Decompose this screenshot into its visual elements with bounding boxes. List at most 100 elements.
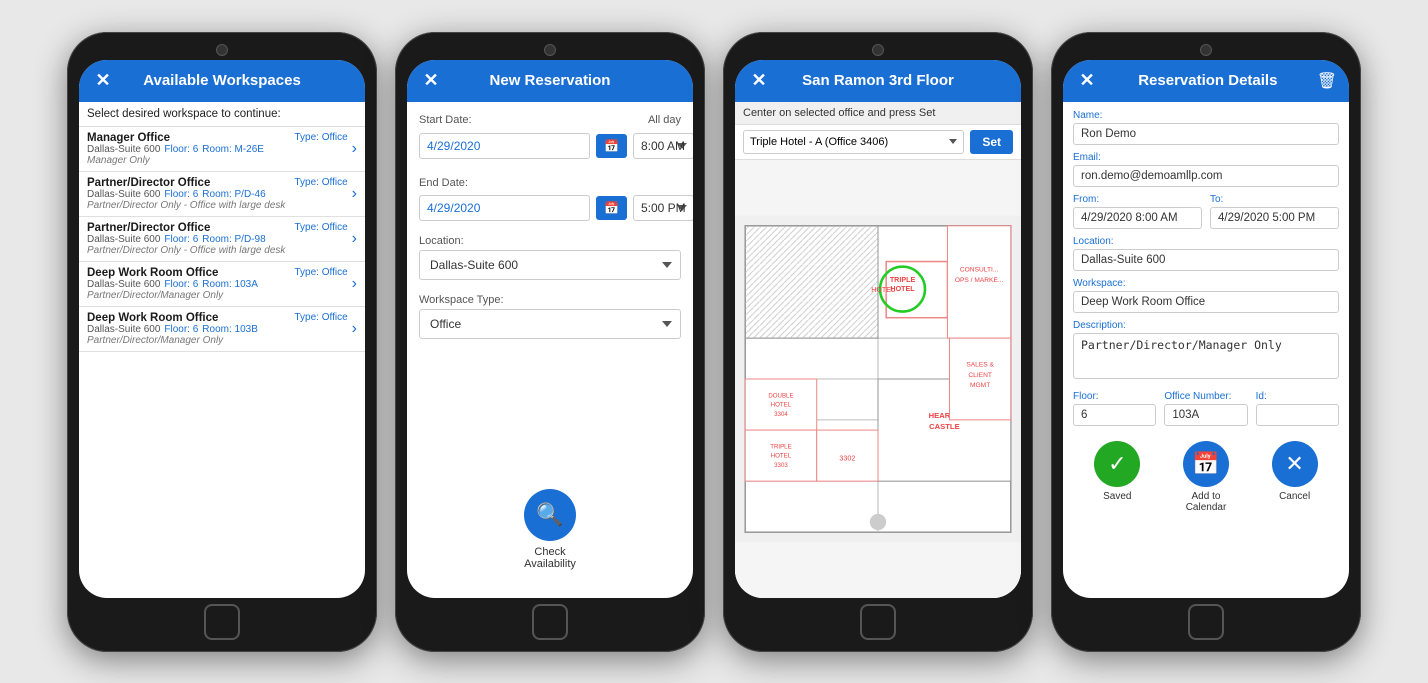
end-date-input[interactable] [419, 195, 590, 221]
header-title-1: Available Workspaces [115, 72, 329, 89]
workspace-list: Select desired workspace to continue: Ma… [79, 102, 365, 598]
header-4: ✕ Reservation Details 🗑 [1063, 60, 1349, 102]
set-button[interactable]: Set [970, 130, 1013, 154]
phone-notch-1 [216, 44, 228, 56]
to-label: To: [1210, 194, 1339, 205]
workspace-item-location: Dallas-Suite 600 Floor: 6 Room: M-26E [87, 144, 348, 155]
email-input[interactable] [1073, 165, 1339, 187]
workspace-item-type: Type: Office [294, 132, 347, 143]
chevron-icon: › [352, 185, 357, 203]
phone-notch-3 [872, 44, 884, 56]
workspace-input[interactable] [1073, 291, 1339, 313]
workspace-item-name: Partner/Director Office Type: Office [87, 222, 348, 234]
svg-text:SALES &: SALES & [966, 361, 994, 368]
reservation-form: Start Date: All day 📅 8:00 AM End Date: [407, 102, 693, 598]
phone-notch-2 [544, 44, 556, 56]
check-availability-label: CheckAvailability [524, 546, 576, 570]
start-time-select[interactable]: 8:00 AM [633, 133, 693, 159]
workspace-item-type: Type: Office [294, 177, 347, 188]
workspace-field-label: Workspace: [1073, 278, 1339, 289]
close-icon-4[interactable]: ✕ [1075, 70, 1099, 91]
workspace-type-select[interactable]: Office [419, 309, 681, 339]
workspace-room: Room: 103B [202, 324, 258, 335]
saved-circle: ✓ [1094, 441, 1140, 487]
svg-text:OPS / MARKE...: OPS / MARKE... [955, 276, 1004, 283]
end-date-label: End Date: [419, 177, 468, 189]
phone-1: ✕ Available Workspaces Select desired wo… [67, 32, 377, 652]
id-input[interactable] [1256, 404, 1339, 426]
end-cal-icon[interactable]: 📅 [596, 196, 627, 220]
svg-text:HOTEL: HOTEL [871, 286, 895, 294]
list-item[interactable]: Deep Work Room Office Type: Office Dalla… [79, 307, 365, 352]
list-item[interactable]: Manager Office Type: Office Dallas-Suite… [79, 127, 365, 172]
check-availability-button[interactable]: 🔍 [524, 489, 576, 541]
name-field-section: Name: [1073, 110, 1339, 145]
home-button-1[interactable] [204, 604, 240, 640]
workspace-item-title: Deep Work Room Office [87, 312, 218, 324]
list-item[interactable]: Partner/Director Office Type: Office Dal… [79, 217, 365, 262]
workspace-field-section: Workspace: [1073, 278, 1339, 313]
workspace-desc: Manager Only [87, 155, 348, 166]
desc-field-label: Description: [1073, 320, 1339, 331]
location-label: Location: [419, 235, 681, 247]
from-to-section: From: To: [1073, 194, 1339, 229]
list-item[interactable]: Partner/Director Office Type: Office Dal… [79, 172, 365, 217]
floor-plan-svg: TRIPLE HOTEL HOTEL CONSULTI... OPS / MAR… [735, 160, 1021, 598]
svg-text:3303: 3303 [774, 461, 788, 468]
chevron-icon: › [352, 140, 357, 158]
name-input[interactable] [1073, 123, 1339, 145]
close-icon-1[interactable]: ✕ [91, 70, 115, 91]
from-input[interactable] [1073, 207, 1202, 229]
office-num-label: Office Number: [1164, 391, 1247, 402]
to-input[interactable] [1210, 207, 1339, 229]
svg-text:CASTLE: CASTLE [929, 422, 960, 431]
workspace-subtitle: Select desired workspace to continue: [79, 102, 365, 127]
workspace-floor: Floor: 6 [164, 234, 198, 245]
chevron-icon: › [352, 320, 357, 338]
header-title-3: San Ramon 3rd Floor [771, 72, 985, 89]
svg-text:TRIPLE: TRIPLE [890, 275, 916, 283]
end-time-select[interactable]: 5:00 PM [633, 195, 693, 221]
screen-3: ✕ San Ramon 3rd Floor Center on selected… [735, 60, 1021, 598]
start-cal-icon[interactable]: 📅 [596, 134, 627, 158]
close-icon-3[interactable]: ✕ [747, 70, 771, 91]
location-select[interactable]: Dallas-Suite 600 [419, 250, 681, 280]
office-select[interactable]: Triple Hotel - A (Office 3406) [743, 130, 964, 154]
action-buttons: ✓ Saved 📅 Add toCalendar ✕ Cancel [1073, 433, 1339, 517]
chevron-icon: › [352, 230, 357, 248]
desc-textarea[interactable] [1073, 333, 1339, 379]
workspace-item-title: Manager Office [87, 132, 170, 144]
svg-text:DOUBLE: DOUBLE [768, 392, 793, 399]
screen-2: ✕ New Reservation Start Date: All day 📅 … [407, 60, 693, 598]
home-button-3[interactable] [860, 604, 896, 640]
name-field-label: Name: [1073, 110, 1339, 121]
workspace-info: Partner/Director Office Type: Office Dal… [87, 177, 348, 211]
workspace-item-location: Dallas-Suite 600 Floor: 6 Room: P/D-98 [87, 234, 348, 245]
svg-text:MGMT: MGMT [970, 382, 990, 389]
saved-button[interactable]: ✓ Saved [1094, 441, 1140, 513]
saved-label: Saved [1103, 491, 1131, 502]
floor-dropdown-row: Triple Hotel - A (Office 3406) Set [735, 125, 1021, 160]
list-item[interactable]: Deep Work Room Office Type: Office Dalla… [79, 262, 365, 307]
trash-icon[interactable]: 🗑 [1317, 71, 1337, 91]
close-icon-2[interactable]: ✕ [419, 70, 443, 91]
svg-text:3302: 3302 [839, 454, 855, 462]
floor-input[interactable] [1073, 404, 1156, 426]
phone-notch-4 [1200, 44, 1212, 56]
workspace-type-section: Workspace Type: Office [419, 294, 681, 339]
home-button-2[interactable] [532, 604, 568, 640]
start-date-input[interactable] [419, 133, 590, 159]
location-input[interactable] [1073, 249, 1339, 271]
cancel-button[interactable]: ✕ Cancel [1272, 441, 1318, 513]
workspace-item-location: Dallas-Suite 600 Floor: 6 Room: P/D-46 [87, 189, 348, 200]
workspace-location-name: Dallas-Suite 600 [87, 189, 160, 200]
workspace-desc: Partner/Director/Manager Only [87, 335, 348, 346]
workspace-room: Room: P/D-46 [202, 189, 265, 200]
office-num-input[interactable] [1164, 404, 1247, 426]
office-num-section: Office Number: [1164, 391, 1247, 426]
home-button-4[interactable] [1188, 604, 1224, 640]
to-section: To: [1210, 194, 1339, 229]
floor-plan-view[interactable]: TRIPLE HOTEL HOTEL CONSULTI... OPS / MAR… [735, 160, 1021, 598]
add-to-calendar-button[interactable]: 📅 Add toCalendar [1183, 441, 1229, 513]
workspace-location-name: Dallas-Suite 600 [87, 234, 160, 245]
